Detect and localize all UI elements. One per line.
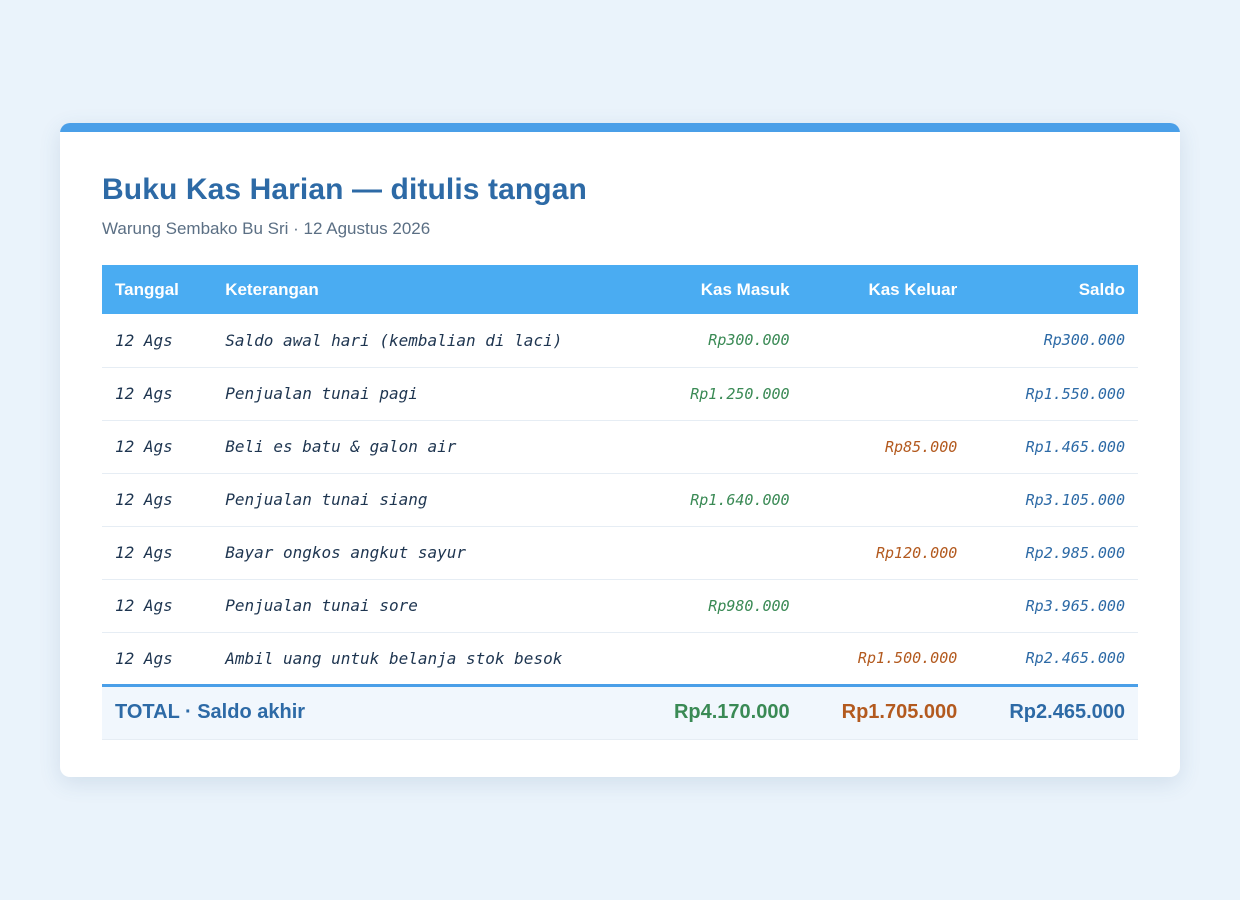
card-accent-bar [60, 123, 1180, 132]
table-row: 12 Ags Ambil uang untuk belanja stok bes… [102, 632, 1138, 686]
cell-cash-in [620, 420, 803, 474]
cell-balance: Rp2.465.000 [970, 632, 1138, 686]
cell-date: 12 Ags [102, 632, 213, 686]
cell-date: 12 Ags [102, 420, 213, 474]
cashbook-card: Buku Kas Harian — ditulis tangan Warung … [60, 123, 1180, 777]
page-title: Buku Kas Harian — ditulis tangan [102, 173, 587, 206]
table-header-row: Tanggal Keterangan Kas Masuk Kas Keluar … [102, 265, 1138, 314]
cell-cash-in [620, 632, 803, 686]
cell-date: 12 Ags [102, 473, 213, 527]
cell-date: 12 Ags [102, 367, 213, 421]
cell-date: 12 Ags [102, 314, 213, 368]
cell-cash-out: Rp85.000 [802, 420, 971, 474]
cell-description: Bayar ongkos angkut sayur [212, 526, 621, 580]
column-header-balance: Saldo [1078, 279, 1125, 299]
total-cash-in: Rp4.170.000 [620, 683, 803, 740]
column-header-cash-in: Kas Masuk [700, 279, 790, 299]
table-row: 12 Ags Penjualan tunai siang Rp1.640.000… [102, 473, 1138, 527]
table-row: 12 Ags Penjualan tunai sore Rp980.000 Rp… [102, 579, 1138, 633]
cell-cash-in: Rp980.000 [620, 579, 803, 633]
cell-description: Penjualan tunai pagi [212, 367, 621, 421]
cell-description: Penjualan tunai sore [212, 579, 621, 633]
total-row: TOTAL · Saldo akhir Rp4.170.000 Rp1.705.… [102, 683, 1138, 740]
cell-description: Beli es batu & galon air [212, 420, 621, 474]
cell-cash-in: Rp1.250.000 [620, 367, 803, 421]
cell-cash-out [802, 579, 971, 633]
cell-balance: Rp1.465.000 [970, 420, 1138, 474]
cell-cash-out [802, 314, 971, 368]
page-subtitle: Warung Sembako Bu Sri · 12 Agustus 2026 [102, 219, 431, 238]
cell-description: Saldo awal hari (kembalian di laci) [212, 314, 621, 368]
total-cash-out: Rp1.705.000 [802, 683, 971, 740]
cell-balance: Rp1.550.000 [970, 367, 1138, 421]
cell-balance: Rp3.965.000 [970, 579, 1138, 633]
table-row: 12 Ags Bayar ongkos angkut sayur Rp120.0… [102, 526, 1138, 580]
cell-cash-in: Rp1.640.000 [620, 473, 803, 527]
cell-cash-in: Rp300.000 [620, 314, 803, 368]
cell-date: 12 Ags [102, 526, 213, 580]
cashbook-table: Tanggal Keterangan Kas Masuk Kas Keluar … [102, 265, 1138, 740]
cell-cash-out [802, 367, 971, 421]
column-header-description: Keterangan [225, 279, 319, 299]
cell-balance: Rp3.105.000 [970, 473, 1138, 527]
cell-description: Penjualan tunai siang [212, 473, 621, 527]
column-header-date: Tanggal [115, 279, 179, 299]
table-body: 12 Ags Saldo awal hari (kembalian di lac… [102, 314, 1138, 686]
column-header-cash-out: Kas Keluar [868, 279, 958, 299]
cell-date: 12 Ags [102, 579, 213, 633]
cell-balance: Rp2.985.000 [970, 526, 1138, 580]
cell-cash-out: Rp1.500.000 [802, 632, 971, 686]
cell-cash-out [802, 473, 971, 527]
cell-cash-out: Rp120.000 [802, 526, 971, 580]
cell-balance: Rp300.000 [970, 314, 1138, 368]
total-label: TOTAL · Saldo akhir [102, 683, 621, 740]
table-row: 12 Ags Beli es batu & galon air Rp85.000… [102, 420, 1138, 474]
cell-description: Ambil uang untuk belanja stok besok [212, 632, 621, 686]
table-row: 12 Ags Saldo awal hari (kembalian di lac… [102, 314, 1138, 368]
table-row: 12 Ags Penjualan tunai pagi Rp1.250.000 … [102, 367, 1138, 421]
total-balance: Rp2.465.000 [970, 683, 1138, 740]
cell-cash-in [620, 526, 803, 580]
